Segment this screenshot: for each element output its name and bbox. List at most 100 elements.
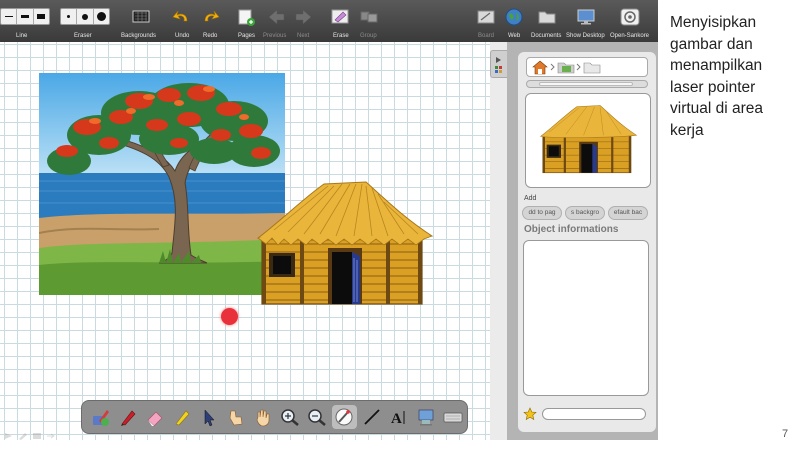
capture-tool[interactable] [413,405,439,429]
favorites-button[interactable] [523,407,537,426]
library-panel-inner: Add dd to pag s backgro efault bac Objec… [518,52,656,432]
add-label: Add [524,195,537,202]
keyboard-icon [443,412,463,423]
redo-label: Redo [203,33,218,39]
previous-button[interactable] [265,7,287,27]
tree-beach-image[interactable] [39,73,285,295]
highlighter-icon [175,410,190,426]
group-button[interactable] [358,7,380,27]
undo-button[interactable] [171,7,193,27]
line-width-selector [0,8,50,25]
svg-text:A: A [391,411,402,427]
library-navigation-bar [526,57,648,77]
zoom-in-tool[interactable] [278,405,304,429]
keyboard-tool[interactable] [440,405,466,429]
home-icon[interactable] [530,59,550,75]
line-thick-option[interactable] [34,9,49,24]
play-icon [5,433,12,439]
eraser-size-selector [60,8,110,25]
open-sankore-button[interactable] [619,7,641,27]
redo-button[interactable] [199,7,221,27]
pen-icon [120,410,136,426]
zoom-in-icon [281,409,300,426]
scrollbar-thumb[interactable] [539,82,633,86]
backgrounds-label: Backgrounds [121,33,157,39]
eraser-medium-option[interactable] [77,9,94,24]
hand-tool[interactable] [250,405,276,429]
object-informations-box [523,240,649,396]
laser-pointer-tool[interactable] [331,405,358,429]
pencil-icon [19,433,27,440]
redo-icon [204,10,220,22]
line-thin-option[interactable] [1,9,18,24]
arrow-left-icon [268,9,285,25]
default-background-button[interactable]: efault bac [608,206,648,220]
board-button[interactable] [475,7,497,27]
group-icon [360,11,378,23]
laser-pointer-dot [221,308,238,325]
erase-button[interactable] [329,7,351,27]
sankore-window: Line Eraser Backgrounds Undo Redo Pages … [0,0,658,440]
show-desktop-button[interactable] [575,7,597,27]
arrow-right-icon [47,433,55,439]
interact-tool[interactable] [223,405,249,429]
zoom-out-tool[interactable] [305,405,331,429]
line-medium-option[interactable] [17,9,34,24]
top-toolbar: Line Eraser Backgrounds Undo Redo Pages … [0,0,658,42]
previous-label: Previous [263,33,287,39]
sankore-logo-icon [620,8,640,26]
pages-label: Pages [238,33,256,39]
panel-toggle-tab[interactable] [490,50,507,78]
eraser-icon [147,411,163,427]
next-label: Next [297,33,310,39]
globe-icon [505,8,523,26]
hand-icon [256,409,270,427]
whiteboard-canvas[interactable]: A [0,42,490,440]
library-panel: Add dd to pag s backgro efault bac Objec… [507,42,658,440]
star-icon [523,407,537,421]
erase-icon [331,9,349,24]
line-icon [363,409,380,425]
selector-icon [204,409,215,427]
slide-caption: Menyisipkan gambar dan menampilkan laser… [670,14,764,139]
text-tool[interactable]: A [386,405,412,429]
selected-item-preview[interactable] [525,93,651,188]
tool-palette: A [81,400,468,434]
eraser-tool[interactable] [142,405,168,429]
group-label: Group [360,33,377,39]
open-sankore-label: Open-Sankore [610,33,650,39]
faint-bottom-icons [4,432,56,440]
eraser-large-option[interactable] [94,9,109,24]
arrow-right-icon [295,9,312,25]
selector-tool[interactable] [196,405,222,429]
hut-image[interactable] [254,178,434,306]
web-button[interactable] [503,7,525,27]
set-as-background-button[interactable]: s backgro [565,206,605,220]
stylus-tool[interactable] [88,405,114,429]
documents-button[interactable] [536,7,558,27]
collapse-arrow-icon [495,57,502,73]
interact-icon [229,410,243,426]
highlighter-tool[interactable] [169,405,195,429]
eraser-label: Eraser [74,33,92,39]
backgrounds-button[interactable] [130,7,152,27]
show-desktop-label: Show Desktop [566,33,605,39]
hut-thumbnail [539,105,638,174]
line-tool[interactable] [359,405,385,429]
next-button[interactable] [292,7,314,27]
navigation-scrollbar[interactable] [526,80,648,88]
add-to-page-button[interactable]: dd to pag [522,206,562,220]
stylus-icon [92,410,109,426]
undo-icon [172,10,188,22]
folder-icon[interactable] [582,59,602,75]
board-icon [477,10,495,24]
object-informations-title: Object informations [524,224,619,235]
pictures-folder-icon[interactable] [556,59,576,75]
new-page-icon [238,9,255,26]
pen-tool[interactable] [115,405,141,429]
slide-page-number: 7 [782,428,789,440]
pages-button[interactable] [235,7,257,27]
slide-icon [33,433,41,439]
library-search-field[interactable] [542,408,646,420]
eraser-small-option[interactable] [61,9,78,24]
